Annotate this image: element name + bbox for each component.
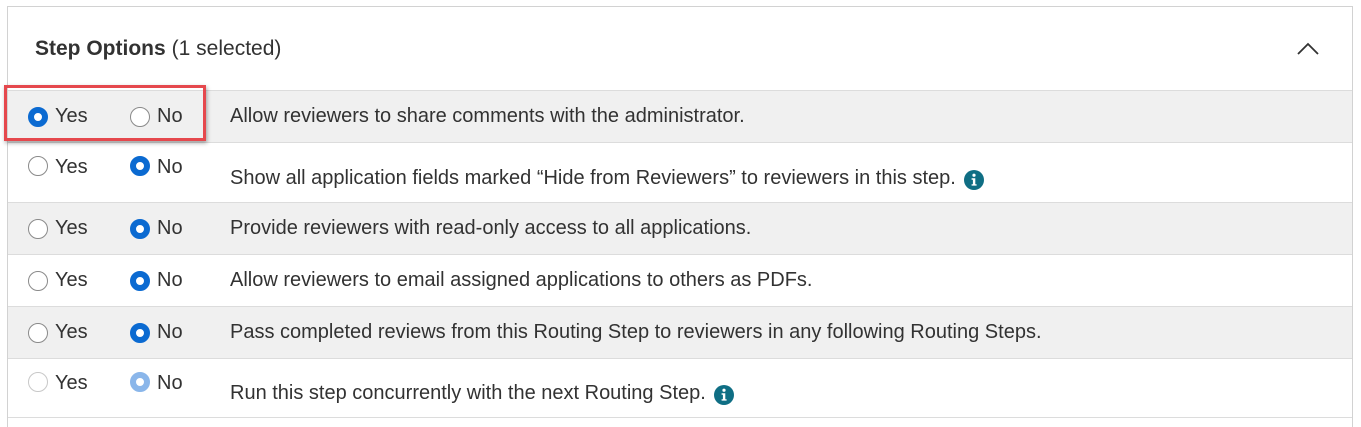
yes-label: Yes	[55, 269, 88, 291]
option-row-email-pdfs: Yes No Allow reviewers to email assigned…	[8, 254, 1352, 306]
radio-button-no[interactable]	[130, 156, 150, 176]
option-row-show-hidden-fields: Yes No Show all application fields marke…	[8, 142, 1352, 202]
no-radio-option[interactable]: No	[130, 255, 183, 306]
step-options-header[interactable]: Step Options (1 selected)	[8, 7, 1352, 90]
step-options-panel: Step Options (1 selected) Yes No Allow re…	[7, 6, 1353, 427]
yes-label: Yes	[55, 321, 88, 343]
no-label: No	[157, 372, 183, 394]
yes-radio-option[interactable]: Yes	[28, 255, 88, 306]
yes-label: Yes	[55, 105, 88, 127]
option-text: Provide reviewers with read-only access …	[230, 217, 752, 239]
option-text: Pass completed reviews from this Routing…	[230, 321, 1042, 343]
radio-button-no[interactable]	[130, 270, 150, 291]
radio-button-yes[interactable]	[28, 372, 48, 392]
option-row-run-concurrently: Yes No Run this step concurrently with t…	[8, 358, 1352, 418]
no-label: No	[157, 217, 183, 239]
yes-label: Yes	[55, 217, 88, 239]
radio-button-no[interactable]	[130, 218, 150, 239]
no-label: No	[157, 105, 183, 127]
radio-button-yes[interactable]	[28, 322, 48, 343]
options-list: Yes No Allow reviewers to share comments…	[8, 90, 1352, 418]
radio-button-yes[interactable]	[28, 106, 48, 127]
no-radio-option[interactable]: No	[130, 203, 183, 254]
option-description: Provide reviewers with read-only access …	[230, 203, 751, 254]
option-text: Allow reviewers to email assigned applic…	[230, 269, 813, 291]
yes-radio-option[interactable]: Yes	[28, 359, 88, 417]
option-row-pass-reviews: Yes No Pass completed reviews from this …	[8, 306, 1352, 358]
no-label: No	[157, 269, 183, 291]
option-row-share-comments: Yes No Allow reviewers to share comments…	[8, 90, 1352, 142]
radio-button-no[interactable]	[130, 372, 150, 392]
yes-label: Yes	[55, 372, 88, 394]
section-title-text: Step Options	[35, 36, 166, 60]
radio-button-yes[interactable]	[28, 156, 48, 176]
option-description: Show all application fields marked “Hide…	[230, 143, 984, 202]
info-icon[interactable]	[713, 385, 734, 405]
selected-count: (1 selected)	[171, 36, 282, 60]
no-radio-option[interactable]: No	[130, 143, 183, 202]
radio-button-yes[interactable]	[28, 218, 48, 239]
radio-button-no[interactable]	[130, 322, 150, 343]
collapse-button[interactable]	[1292, 33, 1324, 65]
radio-button-no[interactable]	[130, 106, 150, 127]
option-row-read-only-access: Yes No Provide reviewers with read-only …	[8, 202, 1352, 254]
option-description: Pass completed reviews from this Routing…	[230, 307, 1042, 358]
info-icon[interactable]	[963, 170, 984, 190]
yes-label: Yes	[55, 156, 88, 178]
section-title: Step Options (1 selected)	[35, 37, 281, 61]
no-radio-option[interactable]: No	[130, 359, 183, 417]
chevron-up-icon	[1297, 42, 1319, 55]
option-description: Run this step concurrently with the next…	[230, 359, 734, 417]
option-description: Allow reviewers to share comments with t…	[230, 91, 745, 142]
option-text: Run this step concurrently with the next…	[230, 382, 706, 404]
radio-button-yes[interactable]	[28, 270, 48, 291]
option-text: Show all application fields marked “Hide…	[230, 167, 956, 189]
yes-radio-option[interactable]: Yes	[28, 91, 88, 142]
option-text: Allow reviewers to share comments with t…	[230, 105, 745, 127]
yes-radio-option[interactable]: Yes	[28, 203, 88, 254]
no-label: No	[157, 321, 183, 343]
no-radio-option[interactable]: No	[130, 91, 183, 142]
option-description: Allow reviewers to email assigned applic…	[230, 255, 812, 306]
yes-radio-option[interactable]: Yes	[28, 143, 88, 202]
no-radio-option[interactable]: No	[130, 307, 183, 358]
yes-radio-option[interactable]: Yes	[28, 307, 88, 358]
no-label: No	[157, 156, 183, 178]
